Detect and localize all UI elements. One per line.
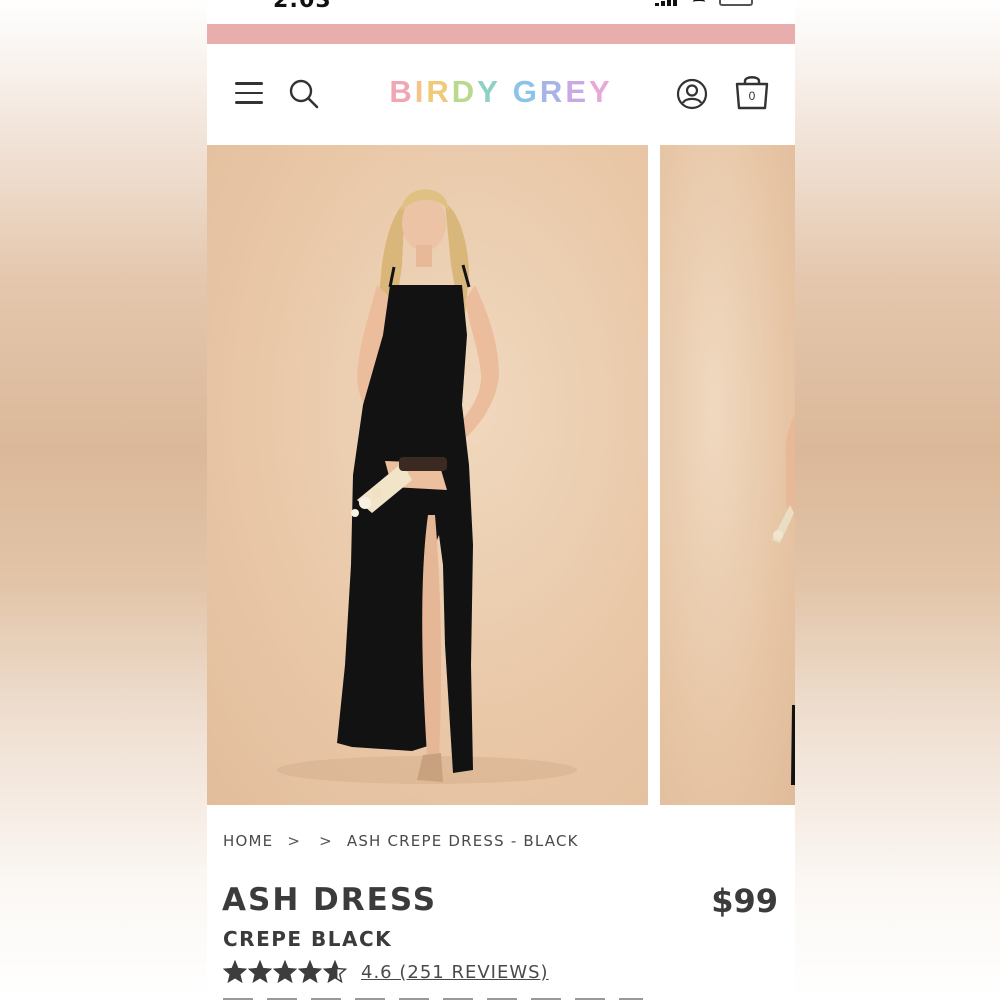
phone-screen: 2:03 BIRDY GREY 0 HOME > > ASH CREPE DRE…: [207, 0, 795, 1000]
rating-row: 4.6 (251 REVIEWS): [223, 958, 549, 986]
wifi-icon: [693, 0, 705, 6]
product-image-next[interactable]: [660, 145, 795, 805]
logo-letter: D: [451, 74, 478, 109]
product-color-name: CREPE BLACK: [223, 927, 393, 951]
breadcrumb-separator: >: [319, 832, 333, 850]
star-icon: [323, 960, 347, 984]
star-icon: [248, 960, 272, 984]
logo-letter: R: [426, 74, 452, 109]
status-bar: 2:03: [207, 0, 795, 24]
logo-letter: Y: [477, 74, 501, 109]
reviews-link[interactable]: 4.6 (251 REVIEWS): [361, 962, 549, 983]
product-image-main[interactable]: [207, 145, 648, 805]
logo-letter: E: [565, 74, 589, 109]
logo-letter: I: [414, 74, 427, 109]
cart-count-badge: 0: [748, 89, 756, 103]
model-photo: [277, 189, 577, 784]
status-icons: [655, 0, 753, 6]
product-price: $99: [711, 882, 778, 920]
breadcrumb-current: ASH CREPE DRESS - BLACK: [346, 832, 579, 850]
logo-letter: Y: [589, 74, 613, 109]
account-icon[interactable]: [676, 78, 708, 110]
status-time: 2:03: [273, 0, 332, 13]
logo-letter: G: [512, 74, 540, 109]
breadcrumb-separator: >: [287, 832, 302, 850]
breadcrumb-home-link[interactable]: HOME: [223, 832, 273, 850]
star-icon: [223, 960, 247, 984]
product-gallery: [207, 145, 795, 805]
product-title: ASH DRESS: [222, 882, 438, 918]
star-rating: [223, 960, 347, 984]
page-backdrop-left: [0, 0, 207, 1000]
star-icon: [298, 960, 322, 984]
logo-letter: R: [539, 74, 566, 109]
star-icon: [273, 960, 297, 984]
promo-banner[interactable]: [207, 24, 795, 44]
model-photo-partial: [772, 415, 795, 785]
truncated-text-line: [223, 994, 643, 1000]
page-backdrop-right: [795, 0, 1000, 1000]
site-header: BIRDY GREY 0: [207, 44, 795, 144]
battery-icon: [719, 0, 753, 6]
breadcrumb: HOME > > ASH CREPE DRESS - BLACK: [223, 832, 579, 850]
signal-icon: [655, 0, 679, 6]
logo-space: [501, 74, 513, 110]
logo-letter: B: [389, 74, 415, 109]
cart-icon[interactable]: 0: [734, 73, 770, 111]
